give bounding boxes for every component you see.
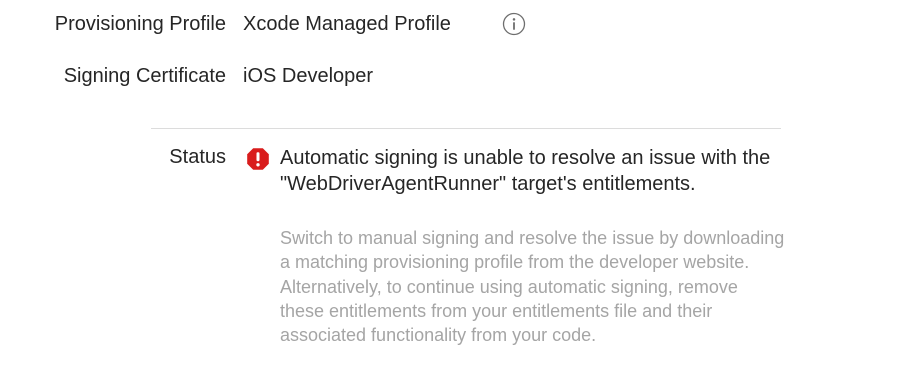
signing-certificate-label: Signing Certificate (63, 65, 226, 87)
status-label: Status (169, 146, 226, 168)
status-error-message: Automatic signing is unable to resolve a… (280, 147, 771, 195)
error-icon (246, 147, 270, 171)
provisioning-profile-label: Provisioning Profile (54, 13, 226, 35)
signing-certificate-value: iOS Developer (243, 65, 374, 87)
provisioning-profile-value: Xcode Managed Profile (243, 13, 451, 35)
info-icon[interactable] (502, 12, 526, 36)
status-error-detail: Switch to manual signing and resolve the… (280, 228, 785, 346)
section-divider (151, 128, 781, 129)
